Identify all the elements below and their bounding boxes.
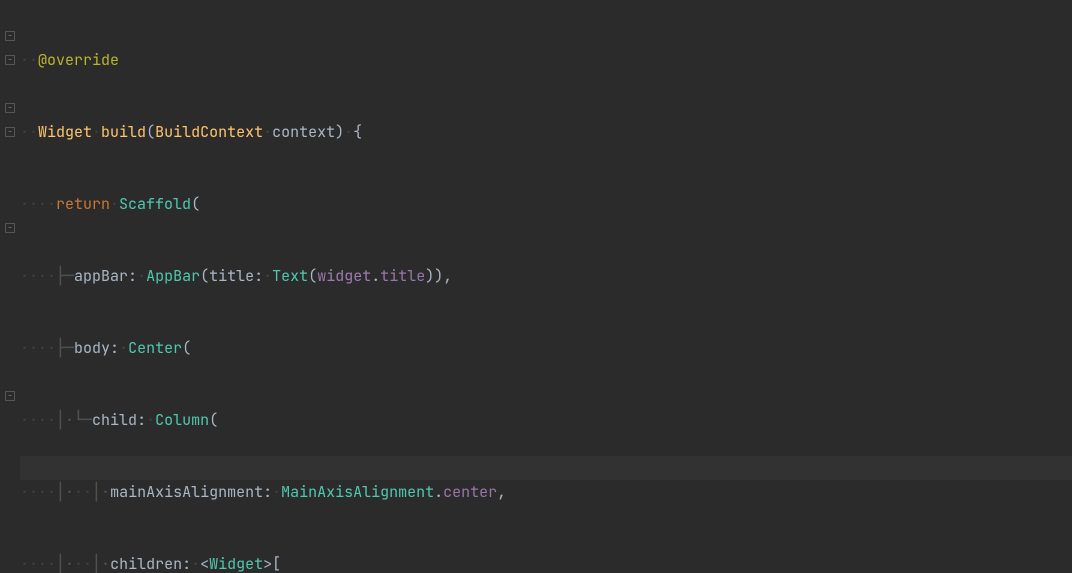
property: title	[380, 266, 425, 286]
named-arg: children	[110, 554, 182, 573]
code-line[interactable]: ····│···│·mainAxisAlignment:·MainAxisAli…	[20, 480, 596, 504]
param: context	[272, 122, 335, 142]
code-area[interactable]: ··@override ··Widget·build(BuildContext·…	[20, 0, 596, 573]
code-editor[interactable]: − − − − − − ··@override ··Widget·build(B…	[0, 0, 1072, 573]
keyword: return	[56, 194, 110, 214]
named-arg: mainAxisAlignment	[110, 482, 263, 502]
code-line[interactable]: ····├─appBar:·AppBar(title:·Text(widget.…	[20, 264, 596, 288]
code-line[interactable]: ····├─body:·Center(	[20, 336, 596, 360]
method-name: build	[101, 122, 146, 142]
identifier: widget	[317, 266, 371, 286]
class: Scaffold	[119, 194, 191, 214]
fold-handle-icon[interactable]: −	[5, 31, 15, 41]
named-arg: appBar	[74, 266, 128, 286]
code-line[interactable]: ····│···│·children:·<Widget>[	[20, 552, 596, 573]
class: MainAxisAlignment	[281, 482, 434, 502]
code-line[interactable]: ··Widget·build(BuildContext·context)·{	[20, 120, 596, 144]
property: center	[443, 482, 497, 502]
fold-handle-icon[interactable]: −	[5, 103, 15, 113]
code-line[interactable]: ··@override	[20, 48, 596, 72]
fold-handle-icon[interactable]: −	[5, 55, 15, 65]
named-arg: child	[92, 410, 137, 430]
code-line[interactable]: ····│·└─child:·Column(	[20, 408, 596, 432]
type: Widget	[209, 554, 263, 573]
fold-handle-icon[interactable]: −	[5, 223, 15, 233]
code-line[interactable]: ····return·Scaffold(	[20, 192, 596, 216]
class: AppBar	[146, 266, 200, 286]
annotation: @override	[38, 50, 119, 70]
class: Center	[128, 338, 182, 358]
gutter: − − − − − −	[0, 0, 20, 573]
class: Text	[272, 266, 308, 286]
fold-handle-icon[interactable]: −	[5, 127, 15, 137]
class: Column	[155, 410, 209, 430]
named-arg: title	[209, 266, 254, 286]
type: BuildContext	[155, 122, 263, 142]
fold-handle-icon[interactable]: −	[5, 391, 15, 401]
type: Widget	[38, 122, 92, 142]
named-arg: body	[74, 338, 110, 358]
